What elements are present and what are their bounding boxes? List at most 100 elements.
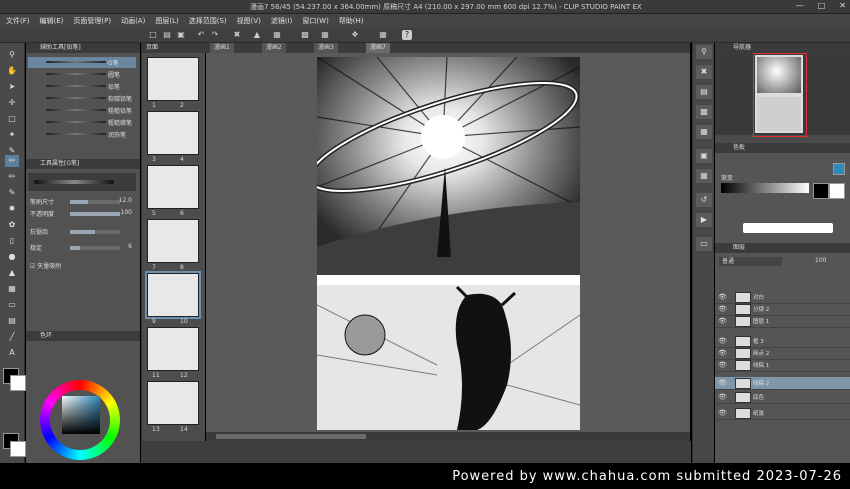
eraser-icon[interactable]: ▯ <box>5 235 19 247</box>
tool-property-tab[interactable]: 工具属性[G笔] <box>26 159 140 169</box>
brush-item[interactable]: 粗糙铅笔 <box>28 105 136 116</box>
maximize-icon[interactable]: □ <box>818 1 826 10</box>
help-icon[interactable]: ? <box>402 30 412 40</box>
pen-icon[interactable]: ✏ <box>5 155 19 167</box>
layer-row[interactable]: 👁 图层 1 <box>715 315 850 328</box>
brush-item[interactable]: G笔 <box>28 57 136 68</box>
blend-mode-select[interactable]: 普通 <box>719 257 782 266</box>
navigator-tab[interactable]: 导航器 <box>715 43 850 53</box>
open-icon[interactable]: ▤ <box>162 30 172 40</box>
transform-icon[interactable]: ▦ <box>272 30 282 40</box>
intermediate-color-icon[interactable]: ▦ <box>696 169 712 183</box>
color-set-icon[interactable]: ▣ <box>696 149 712 163</box>
brush-item[interactable]: 润饰笔 <box>28 129 136 140</box>
clear-icon[interactable]: ✖ <box>232 30 242 40</box>
property-row[interactable]: 抗锯齿 <box>30 227 134 237</box>
manga-page[interactable] <box>317 57 580 430</box>
layer-row[interactable]: 👁 线稿 1 <box>715 359 850 372</box>
menu-item[interactable]: 文件(F) <box>6 16 30 26</box>
page-thumbnail[interactable]: 78 <box>147 219 199 271</box>
doc-tab[interactable]: 漫画2 <box>262 43 286 53</box>
pages-tab[interactable]: 页面 <box>142 43 206 53</box>
close-icon[interactable]: ✕ <box>839 1 846 10</box>
page-thumbnail[interactable]: 56 <box>147 165 199 217</box>
menu-item[interactable]: 帮助(H) <box>339 16 364 26</box>
doc-tab-active[interactable]: 漫画7 <box>366 43 390 53</box>
subview-icon[interactable]: ▩ <box>696 105 712 119</box>
airbrush-icon[interactable]: ✸ <box>5 203 19 215</box>
move-icon[interactable]: ✛ <box>5 97 19 109</box>
sub-color-swatch-lower[interactable] <box>10 441 26 457</box>
menu-item[interactable]: 滤镜(I) <box>271 16 293 26</box>
property-row[interactable]: 笔刷尺寸 12.0 <box>30 197 134 207</box>
page-thumbnail[interactable]: 13 14 <box>147 381 199 433</box>
menu-item[interactable]: 选择范围(S) <box>189 16 227 26</box>
image-icon[interactable]: ▤ <box>696 85 712 99</box>
horizontal-scrollbar[interactable] <box>206 432 690 441</box>
main-color[interactable] <box>813 183 829 199</box>
brush-item[interactable]: 铅笔 <box>28 81 136 92</box>
layer-property-icon[interactable]: ▦ <box>696 125 712 139</box>
sub-color-swatch[interactable] <box>10 375 26 391</box>
pencil-icon[interactable]: ✏ <box>5 171 19 183</box>
layer-row-selected[interactable]: 👁 线稿 2 <box>715 377 850 390</box>
color-tab[interactable]: 色板 <box>715 143 850 153</box>
new-file-icon[interactable]: □ <box>148 30 158 40</box>
ruler-icon[interactable]: ▦ <box>378 30 388 40</box>
save-icon[interactable]: ▣ <box>176 30 186 40</box>
auto-select-icon[interactable]: ✦ <box>5 129 19 141</box>
history-icon[interactable]: ↺ <box>696 193 712 207</box>
color-wheel[interactable] <box>40 380 120 460</box>
menu-item[interactable]: 图层(L) <box>155 16 178 26</box>
brush-item[interactable]: 粗糙蜡笔 <box>28 117 136 128</box>
layer-tab[interactable]: 图层 <box>715 243 850 253</box>
accent-swatch[interactable] <box>833 163 845 175</box>
menu-item[interactable]: 动画(A) <box>121 16 145 26</box>
search-icon[interactable]: ⚲ <box>696 45 712 59</box>
auto-action-icon[interactable]: ▶ <box>696 213 712 227</box>
undo-icon[interactable]: ↶ <box>196 30 206 40</box>
menu-item[interactable]: 视图(V) <box>237 16 261 26</box>
figure-icon[interactable]: ▭ <box>5 299 19 311</box>
page-thumbnail[interactable]: 11 12 <box>147 327 199 379</box>
gradient-icon[interactable]: ▦ <box>5 283 19 295</box>
fill-icon[interactable]: ▲ <box>252 30 262 40</box>
sub-color[interactable] <box>829 183 845 199</box>
layer-row[interactable]: 👁 纸张 <box>715 407 850 420</box>
minimize-icon[interactable]: — <box>796 1 804 10</box>
page-thumbnail[interactable]: 12 <box>147 57 199 109</box>
deselect-icon[interactable]: ▩ <box>300 30 310 40</box>
text-icon[interactable]: A <box>5 347 19 359</box>
menu-item[interactable]: 编辑(E) <box>40 16 64 26</box>
material-icon[interactable]: ✖ <box>696 65 712 79</box>
page-thumbnail-selected[interactable]: 9 10 <box>145 271 201 325</box>
brush-item[interactable]: 圆笔 <box>28 69 136 80</box>
selection-icon[interactable]: □ <box>5 113 19 125</box>
zoom-icon[interactable]: ⚲ <box>5 49 19 61</box>
property-row[interactable]: 不透明度 100 <box>30 209 134 219</box>
menu-item[interactable]: 页面管理(P) <box>73 16 111 26</box>
select-all-icon[interactable]: ▦ <box>320 30 330 40</box>
navigator-preview[interactable] <box>715 53 850 137</box>
frame-icon[interactable]: ▤ <box>5 315 19 327</box>
blend-icon[interactable]: ● <box>5 251 19 263</box>
fill-tool-icon[interactable]: ▲ <box>5 267 19 279</box>
layer-row[interactable]: 👁 底色 <box>715 391 850 404</box>
snap-icon[interactable]: ❖ <box>350 30 360 40</box>
item-bank-icon[interactable]: ▭ <box>696 237 712 251</box>
decoration-icon[interactable]: ✿ <box>5 219 19 231</box>
redo-icon[interactable]: ↷ <box>210 30 220 40</box>
page-thumbnail[interactable]: 34 <box>147 111 199 163</box>
brush-icon[interactable]: ✎ <box>5 187 19 199</box>
sub-tool-tab[interactable]: 辅助工具[铅笔] <box>26 43 140 53</box>
gradient-strip[interactable] <box>721 183 809 193</box>
opacity-value[interactable]: 100 <box>815 257 826 264</box>
vector-snap-checkbox[interactable]: ☑ 矢量吸附 <box>30 261 134 271</box>
operation-icon[interactable]: ➤ <box>5 81 19 93</box>
brush-item[interactable]: 软碳铅笔 <box>28 93 136 104</box>
doc-tab[interactable]: 漫画1 <box>210 43 234 53</box>
doc-tab[interactable]: 漫画3 <box>314 43 338 53</box>
color-square[interactable] <box>62 396 100 434</box>
property-row[interactable]: 稳定 6 <box>30 243 134 253</box>
hand-icon[interactable]: ✋ <box>5 65 19 77</box>
